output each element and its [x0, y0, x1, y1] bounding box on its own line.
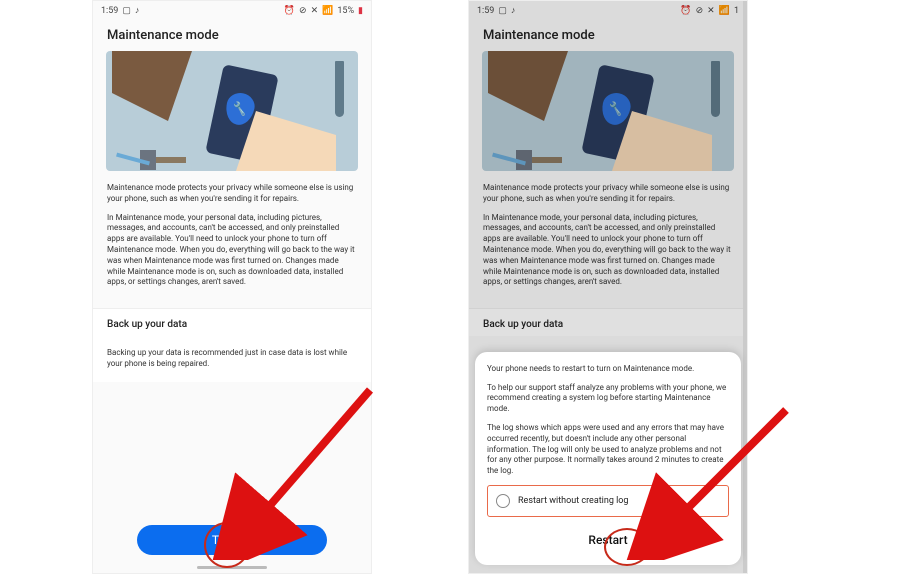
- status-time: 1:59: [477, 6, 494, 16]
- wrench-icon: [335, 61, 344, 117]
- screenshot-left: 1:59 ▢ ♪ ⏰ ⊘ ✕ 📶 15% ▮ Maintenance mode …: [92, 0, 372, 574]
- description-p1: Maintenance mode protects your privacy w…: [107, 183, 357, 205]
- sheet-p2: To help our support staff analyze any pr…: [487, 383, 729, 415]
- status-bar: 1:59 ▢ ♪ ⏰ ⊘ ✕ 📶 1: [469, 1, 747, 18]
- backup-body: Backing up your data is recommended just…: [93, 336, 371, 382]
- mute-icon: ✕: [311, 6, 319, 16]
- status-time: 1:59: [101, 6, 118, 16]
- signal-icon: 📶: [322, 6, 333, 16]
- hammer-icon: [522, 157, 562, 163]
- restart-sheet: Your phone needs to restart to turn on M…: [475, 352, 741, 565]
- battery-icon: ▮: [358, 6, 363, 16]
- dnd-icon: ⊘: [696, 6, 704, 16]
- hammer-icon: [146, 157, 186, 163]
- description-text: Maintenance mode protects your privacy w…: [93, 171, 371, 308]
- backup-header: Back up your data: [93, 308, 371, 336]
- alarm-icon: ⏰: [284, 6, 295, 16]
- status-bar: 1:59 ▢ ♪ ⏰ ⊘ ✕ 📶 15% ▮: [93, 1, 371, 18]
- status-icon-media: ▢: [498, 6, 507, 16]
- nav-handle[interactable]: [197, 566, 267, 569]
- description-p2: In Maintenance mode, your personal data,…: [483, 213, 733, 289]
- description-p2: In Maintenance mode, your personal data,…: [107, 213, 357, 289]
- restart-button[interactable]: Restart: [487, 529, 729, 551]
- turn-on-button[interactable]: Turn on: [137, 525, 327, 555]
- wrench-icon: [711, 61, 720, 117]
- description-text: Maintenance mode protects your privacy w…: [469, 171, 747, 308]
- status-icon-music: ♪: [135, 5, 140, 16]
- status-icon-music: ♪: [511, 5, 516, 16]
- maintenance-illustration: 🔧: [482, 51, 734, 171]
- maintenance-illustration: 🔧: [106, 51, 358, 171]
- scrollbar[interactable]: [743, 1, 747, 573]
- battery-text: 15%: [337, 6, 354, 16]
- checkbox-label: Restart without creating log: [518, 496, 628, 506]
- signal-icon: 📶: [719, 6, 730, 16]
- restart-without-log-checkbox[interactable]: Restart without creating log: [487, 485, 729, 517]
- screenshot-right: 1:59 ▢ ♪ ⏰ ⊘ ✕ 📶 1 Maintenance mode 🔧 Ma…: [468, 0, 748, 574]
- sheet-p3: The log shows which apps were used and a…: [487, 423, 729, 477]
- page-title: Maintenance mode: [93, 18, 371, 51]
- battery-text: 1: [734, 6, 739, 16]
- dnd-icon: ⊘: [299, 6, 307, 16]
- description-p1: Maintenance mode protects your privacy w…: [483, 183, 733, 205]
- checkbox-circle-icon: [496, 494, 510, 508]
- sheet-p1: Your phone needs to restart to turn on M…: [487, 364, 729, 375]
- page-title: Maintenance mode: [469, 18, 747, 51]
- backup-header: Back up your data: [469, 308, 747, 336]
- mute-icon: ✕: [707, 6, 715, 16]
- status-icon-media: ▢: [122, 6, 131, 16]
- alarm-icon: ⏰: [680, 6, 691, 16]
